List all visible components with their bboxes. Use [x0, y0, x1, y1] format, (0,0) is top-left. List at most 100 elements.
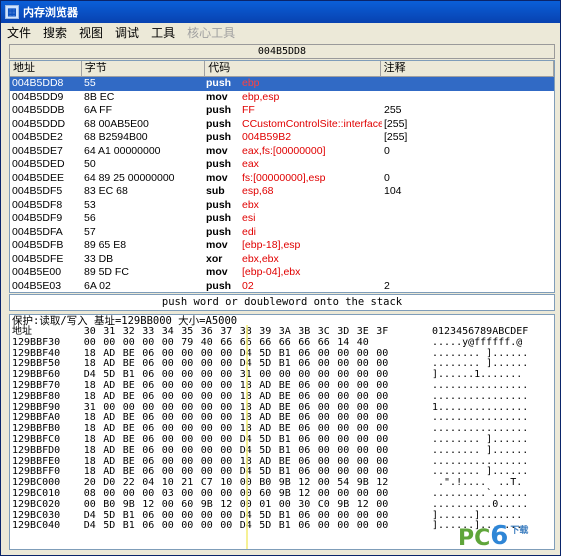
hex-byte[interactable]: B1 [275, 445, 295, 457]
hex-byte[interactable]: 00 [158, 391, 178, 403]
hex-byte[interactable]: 00 [80, 337, 100, 349]
col-comment-header[interactable]: 注释 [381, 61, 554, 76]
hex-view-panel[interactable]: 保护:读取/写入 基址=129BB000 大小=A5000 地址 30 31 32 3… [9, 314, 555, 550]
hex-byte[interactable]: 00 [158, 445, 178, 457]
hex-row[interactable]: 129BBFD0 18ADBE0600000000D45DB10600000000… [10, 445, 554, 457]
hex-byte[interactable]: 00 [197, 445, 217, 457]
hex-byte[interactable]: 66 [256, 337, 276, 349]
hex-byte[interactable]: BE [119, 445, 139, 457]
disasm-row[interactable]: 004B5E00 89 5D FC mov [ebp-04],ebx [10, 266, 554, 280]
hex-byte[interactable]: 00 [217, 445, 237, 457]
disasm-row[interactable]: 004B5DE7 64 A1 00000000 mov eax,fs:[0000000… [10, 145, 554, 159]
hex-byte[interactable]: 30 [295, 499, 315, 511]
disasm-row[interactable]: 004B5E03 6A 02 push 02 2 [10, 280, 554, 293]
hex-byte[interactable]: 00 [178, 391, 198, 403]
hex-byte[interactable]: 40 [197, 337, 217, 349]
hex-byte[interactable]: 06 [139, 445, 159, 457]
hex-byte[interactable]: 9B [197, 499, 217, 511]
disasm-row[interactable]: 004B5DF9 56 push esi [10, 212, 554, 226]
hex-row[interactable]: 129BC02000B09B1200609B1200010030C09B1200… [10, 499, 554, 511]
hex-byte[interactable]: BE [275, 391, 295, 403]
hex-byte[interactable]: 18 [80, 445, 100, 457]
hex-byte[interactable]: 66 [295, 337, 315, 349]
disasm-row[interactable]: 004B5DD8 55 push ebp [10, 77, 554, 91]
hex-row[interactable]: 129BBF8018ADBE060000000018ADBE0600000000… [10, 391, 554, 403]
hex-byte[interactable]: B0 [100, 499, 120, 511]
disasm-row[interactable]: 004B5DFE 33 DB xor ebx,ebx [10, 253, 554, 267]
hex-byte[interactable]: 00 [353, 521, 373, 532]
hex-byte[interactable]: 66 [314, 337, 334, 349]
hex-byte[interactable]: AD [256, 391, 276, 403]
hex-byte[interactable]: 00 [158, 499, 178, 511]
hex-byte[interactable]: D4 [80, 521, 100, 532]
hex-byte[interactable]: 14 [334, 337, 354, 349]
disasm-row[interactable]: 004B5DFA 57 push edi [10, 226, 554, 240]
hex-byte[interactable]: 00 [178, 521, 198, 532]
hex-byte[interactable]: 00 [80, 499, 100, 511]
disasm-row[interactable]: 004B5DE2 68 B2594B00 push 004B59B2 [255] [10, 131, 554, 145]
menu-file[interactable]: 文件 [1, 24, 37, 41]
hex-row[interactable]: 129BBF30 000000000079406666666666661440..… [10, 337, 554, 349]
hex-byte[interactable]: 06 [139, 521, 159, 532]
hex-byte[interactable]: 00 [178, 445, 198, 457]
hex-byte[interactable]: 00 [334, 445, 354, 457]
disasm-row[interactable]: 004B5DFB 89 65 E8 mov [ebp-18],esp [10, 239, 554, 253]
menu-search[interactable]: 搜索 [37, 24, 73, 41]
hex-byte[interactable]: 12 [217, 499, 237, 511]
hex-byte[interactable]: 12 [353, 499, 373, 511]
hex-byte[interactable]: 00 [158, 521, 178, 532]
hex-byte[interactable]: 00 [334, 521, 354, 532]
hex-byte[interactable]: B1 [275, 521, 295, 532]
disasm-row[interactable]: 004B5DDB 6A FF push FF 255 [10, 104, 554, 118]
hex-byte[interactable]: AD [100, 445, 120, 457]
hex-byte[interactable]: 40 [353, 337, 373, 349]
hex-byte[interactable]: 00 [197, 391, 217, 403]
disasm-row[interactable]: 004B5DF8 53 push ebx [10, 199, 554, 213]
disasm-row[interactable]: 004B5DF5 83 EC 68 sub esp,68 104 [10, 185, 554, 199]
hex-byte[interactable]: 06 [295, 445, 315, 457]
disasm-row[interactable]: 004B5DD9 8B EC mov ebp,esp [10, 91, 554, 105]
title-bar[interactable]: ▦ 内存浏览器 [1, 1, 560, 23]
hex-byte[interactable]: 79 [178, 337, 198, 349]
hex-byte[interactable]: 66 [217, 337, 237, 349]
hex-byte[interactable]: 06 [295, 391, 315, 403]
hex-byte[interactable]: 00 [217, 391, 237, 403]
disasm-row[interactable]: 004B5DED 50 push eax [10, 158, 554, 172]
col-code-header[interactable]: 代码 [205, 61, 381, 76]
hex-byte[interactable]: BE [119, 391, 139, 403]
hex-byte[interactable]: 9B [334, 499, 354, 511]
hex-byte[interactable]: 01 [256, 499, 276, 511]
hex-byte[interactable]: 00 [373, 521, 393, 532]
hex-byte[interactable]: 00 [100, 337, 120, 349]
hex-byte[interactable]: 60 [178, 499, 198, 511]
hex-byte[interactable]: B1 [119, 521, 139, 532]
hex-byte[interactable]: 00 [314, 521, 334, 532]
hex-byte[interactable]: 00 [373, 499, 393, 511]
menu-view[interactable]: 视图 [73, 24, 109, 41]
hex-byte[interactable]: 00 [353, 391, 373, 403]
hex-byte[interactable]: 00 [119, 337, 139, 349]
hex-byte[interactable]: C0 [314, 499, 334, 511]
hex-byte[interactable]: 00 [373, 391, 393, 403]
hex-byte[interactable]: 5D [256, 521, 276, 532]
hex-byte[interactable]: 18 [80, 391, 100, 403]
hex-byte[interactable]: 00 [217, 521, 237, 532]
disassembler-panel[interactable]: 地址 字节 代码 注释 004B5DD8 55 push ebp 004B5DD9 8B … [9, 60, 555, 293]
hex-byte[interactable]: 00 [139, 337, 159, 349]
hex-byte[interactable]: 06 [295, 521, 315, 532]
hex-byte[interactable]: 00 [197, 521, 217, 532]
hex-byte[interactable]: 00 [314, 445, 334, 457]
col-address-header[interactable]: 地址 [10, 61, 82, 76]
menu-tools[interactable]: 工具 [145, 24, 181, 41]
hex-byte[interactable]: 66 [275, 337, 295, 349]
disasm-address-bar[interactable]: 004B5DD8 [9, 44, 555, 59]
col-bytes-header[interactable]: 字节 [82, 61, 206, 76]
hex-byte[interactable]: AD [100, 391, 120, 403]
hex-byte[interactable]: 12 [139, 499, 159, 511]
hex-byte[interactable]: 06 [139, 391, 159, 403]
hex-byte[interactable]: 00 [275, 499, 295, 511]
hex-byte[interactable]: 9B [119, 499, 139, 511]
disasm-row[interactable]: 004B5DEE 64 89 25 00000000 mov fs:[00000000… [10, 172, 554, 186]
hex-byte[interactable]: 5D [100, 521, 120, 532]
hex-byte[interactable]: 5D [256, 445, 276, 457]
